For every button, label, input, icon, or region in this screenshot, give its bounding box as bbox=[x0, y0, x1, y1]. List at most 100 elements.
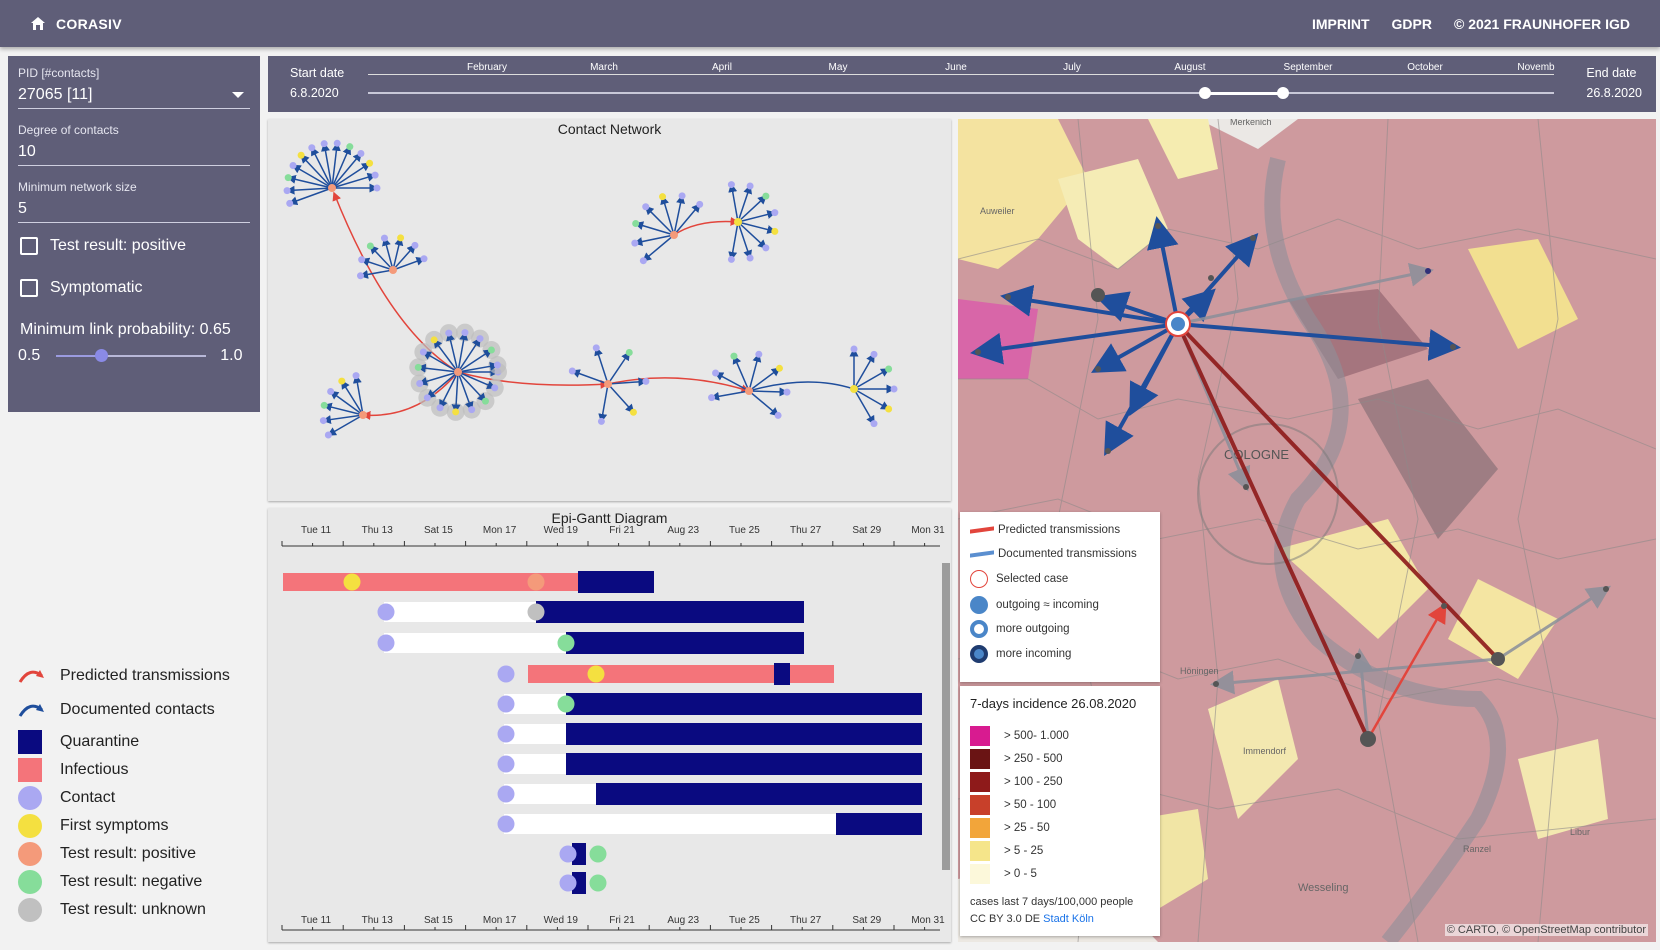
gantt-tick-label: Tue 11 bbox=[301, 915, 331, 926]
imprint-link[interactable]: IMPRINT bbox=[1312, 16, 1370, 32]
slider-max: 1.0 bbox=[220, 347, 243, 364]
gantt-row[interactable] bbox=[377, 601, 805, 623]
left-legend: Predicted transmissions Documented conta… bbox=[8, 412, 260, 942]
incidence-row: > 50 - 100 bbox=[970, 795, 1056, 815]
contact-marker bbox=[497, 785, 515, 803]
month-label: October bbox=[1407, 62, 1443, 73]
gantt-scrollbar[interactable] bbox=[942, 563, 950, 870]
gantt-chart[interactable]: Tue 11 Thu 13 Sat 15 Mon 17 Wed 19 Fri 21 Aug … bbox=[268, 508, 951, 942]
gantt-tick-label: Thu 13 bbox=[362, 525, 394, 536]
more-outgoing-icon bbox=[970, 620, 988, 638]
gantt-tick-label: Wed 19 bbox=[544, 915, 579, 926]
quarantine-bar bbox=[596, 783, 922, 805]
gantt-row[interactable] bbox=[377, 632, 805, 654]
symptomatic-checkbox-label: Symptomatic bbox=[50, 279, 143, 296]
network-node bbox=[416, 379, 424, 387]
min-size-label: Minimum network size bbox=[18, 180, 137, 194]
map-legend-more-in-label: more incoming bbox=[996, 648, 1072, 660]
event-marker bbox=[557, 634, 575, 652]
date-range-bar: Start date 6.8.2020 February March April… bbox=[268, 56, 1656, 112]
network-node bbox=[327, 387, 335, 395]
network-hub-node bbox=[670, 231, 678, 239]
gantt-row[interactable] bbox=[283, 571, 654, 593]
gantt-row[interactable] bbox=[559, 872, 607, 894]
gantt-top-axis: Tue 11 Thu 13 Sat 15 Mon 17 Wed 19 Fri 21 Aug … bbox=[281, 525, 945, 547]
contact-marker bbox=[559, 845, 577, 863]
network-hub-node bbox=[850, 385, 858, 393]
end-date-handle[interactable] bbox=[1277, 87, 1289, 99]
incidence-label: > 250 - 500 bbox=[1004, 753, 1063, 765]
end-date: End date 26.8.2020 bbox=[1586, 66, 1642, 100]
legend-test-unknown: Test result: unknown bbox=[18, 898, 206, 922]
network-node bbox=[371, 171, 379, 179]
legend-quarantine: Quarantine bbox=[18, 730, 139, 754]
copyright-link[interactable]: © 2021 FRAUNHOFER IGD bbox=[1454, 16, 1630, 32]
incidence-swatch bbox=[970, 749, 990, 769]
incidence-label: > 100 - 250 bbox=[1004, 776, 1063, 788]
network-edge bbox=[607, 351, 631, 385]
gantt-row[interactable] bbox=[497, 753, 923, 775]
event-marker bbox=[527, 603, 545, 621]
gantt-tick-label: Mon 17 bbox=[483, 915, 517, 926]
network-edge bbox=[286, 174, 333, 189]
positive-checkbox[interactable]: Test result: positive bbox=[20, 237, 250, 255]
network-node bbox=[568, 367, 576, 375]
network-node bbox=[746, 182, 754, 190]
gantt-tick-label: Sat 29 bbox=[852, 525, 881, 536]
gantt-row[interactable] bbox=[559, 843, 607, 865]
network-edge bbox=[732, 354, 750, 392]
brand[interactable]: CORASIV bbox=[30, 16, 122, 32]
pid-value: 27065 [11] bbox=[18, 86, 93, 103]
gantt-row[interactable] bbox=[497, 783, 923, 805]
more-incoming-icon bbox=[970, 645, 988, 663]
network-node bbox=[642, 377, 650, 385]
network-graph[interactable] bbox=[268, 119, 951, 501]
map-legend-more-out: more outgoing bbox=[970, 620, 1070, 638]
incidence-label: > 50 - 100 bbox=[1004, 799, 1057, 811]
map-label-merkenich: Merkenich bbox=[1230, 119, 1272, 127]
quarantine-bar bbox=[566, 753, 922, 775]
network-hub-node bbox=[328, 184, 336, 192]
legend-quarantine-label: Quarantine bbox=[60, 733, 140, 750]
min-size-field[interactable]: Minimum network size 5 bbox=[18, 180, 250, 223]
min-link-slider-row: 0.5 1.0 bbox=[18, 347, 250, 365]
network-hub-node bbox=[359, 411, 367, 419]
network-node bbox=[755, 350, 763, 358]
incidence-row: > 5 - 25 bbox=[970, 841, 1043, 861]
network-node bbox=[696, 200, 704, 208]
degree-field[interactable]: Degree of contacts 10 bbox=[18, 123, 250, 166]
network-node bbox=[481, 397, 489, 405]
network-node bbox=[397, 234, 405, 242]
incidence-title: 7-days incidence 26.08.2020 bbox=[970, 696, 1137, 711]
network-node bbox=[746, 254, 754, 262]
date-range-slider[interactable] bbox=[368, 92, 1554, 94]
min-link-slider[interactable] bbox=[56, 349, 207, 362]
network-node bbox=[890, 385, 898, 393]
network-node bbox=[631, 239, 639, 247]
predicted-line-icon bbox=[970, 526, 994, 534]
symptomatic-checkbox[interactable]: Symptomatic bbox=[20, 279, 250, 297]
gantt-row[interactable] bbox=[497, 663, 835, 685]
license-link[interactable]: Stadt Köln bbox=[1043, 913, 1094, 925]
network-edge bbox=[594, 346, 609, 385]
month-axis: February March April May June July Augus… bbox=[368, 60, 1555, 80]
network-node bbox=[870, 350, 878, 358]
event-marker bbox=[527, 573, 545, 591]
start-date-handle[interactable] bbox=[1199, 87, 1211, 99]
pid-select[interactable]: PID [#contacts] 27065 [11] bbox=[18, 66, 250, 109]
contact-marker bbox=[559, 874, 577, 892]
gantt-row[interactable] bbox=[497, 693, 923, 715]
month-label: March bbox=[590, 62, 618, 73]
month-label: Novemb bbox=[1517, 62, 1555, 73]
event-marker bbox=[589, 874, 607, 892]
network-node bbox=[436, 404, 444, 412]
pid-label: PID [#contacts] bbox=[18, 66, 100, 80]
end-date-value: 26.8.2020 bbox=[1586, 86, 1642, 100]
gantt-row[interactable] bbox=[497, 723, 923, 745]
legend-test-unknown-label: Test result: unknown bbox=[60, 901, 206, 918]
slider-thumb[interactable] bbox=[95, 349, 109, 362]
gdpr-link[interactable]: GDPR bbox=[1392, 16, 1432, 32]
gantt-row[interactable] bbox=[497, 813, 923, 835]
network-edge bbox=[331, 172, 377, 189]
network-node bbox=[419, 348, 427, 356]
